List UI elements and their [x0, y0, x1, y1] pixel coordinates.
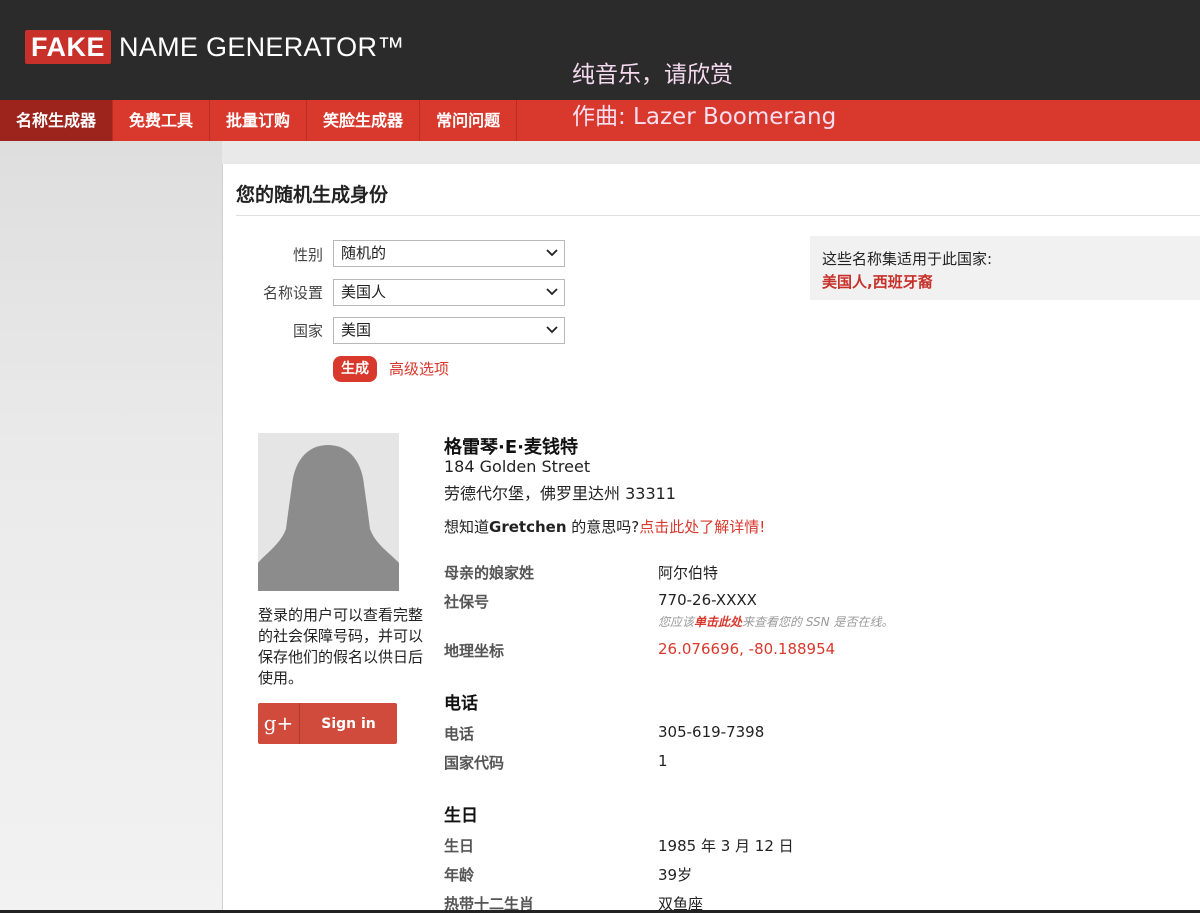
logo-wordmark: NAME GENERATOR™ [119, 31, 405, 62]
geo-coordinates-link[interactable]: 26.076696, -80.188954 [658, 640, 835, 658]
country-label: 国家 [292, 322, 323, 340]
google-signin-button[interactable]: g+ Sign in [258, 703, 397, 744]
login-note: 登录的用户可以查看完整的社会保障号码，并可以保存他们的假名以供日后使用。 [258, 606, 424, 687]
gender-label: 性别 [292, 246, 323, 264]
ssn-note-pre: 您应该 [658, 615, 695, 629]
info-box-namesets: 美国人,西班牙裔 [822, 273, 933, 291]
identity-name: 格雷琴·E·麦钱特 [444, 437, 578, 458]
phone-section-title: 电话 [444, 694, 478, 714]
nameset-select[interactable]: 美国人 [333, 279, 565, 306]
ssn-value: 770-26-XXXX [658, 591, 757, 609]
birthday-section-title: 生日 [444, 806, 478, 826]
geo-label: 地理坐标 [444, 642, 505, 660]
ssn-check-link[interactable]: 单击此处 [694, 615, 742, 629]
google-plus-icon: g+ [258, 703, 300, 744]
meaning-prefix: 想知道 [444, 518, 490, 536]
nav-item-free-tools[interactable]: 免费工具 [113, 100, 211, 141]
phone-value: 305-619-7398 [658, 723, 765, 741]
google-signin-label: Sign in [321, 715, 376, 732]
birthday-value: 1985 年 3 月 12 日 [658, 837, 794, 855]
ssn-note-post: 来查看您的 SSN 是否在线。 [742, 615, 894, 629]
video-caption-line1: 纯音乐，请欣赏 [572, 62, 733, 88]
phone-label: 电话 [444, 725, 475, 743]
address-city: 劳德代尔堡，佛罗里达州 33311 [444, 484, 676, 503]
maiden-name-value: 阿尔伯特 [658, 564, 719, 582]
left-background [0, 141, 222, 913]
birthday-label: 生日 [444, 837, 475, 855]
ssn-note: 您应该单击此处来查看您的 SSN 是否在线。 [658, 613, 893, 630]
age-label: 年龄 [444, 866, 475, 884]
page-title: 您的随机生成身份 [236, 184, 389, 206]
gender-select[interactable]: 随机的 [333, 240, 565, 267]
nameset-select-value: 美国人 [341, 283, 387, 301]
nav-item-faq[interactable]: 常问问题 [420, 100, 518, 141]
info-box-text: 这些名称集适用于此国家: [822, 250, 993, 268]
video-caption-line2: 作曲: Lazer Boomerang [572, 104, 837, 130]
title-divider [236, 215, 1200, 216]
country-select[interactable]: 美国 [333, 317, 565, 344]
country-code-value: 1 [658, 752, 668, 770]
meaning-link[interactable]: 点击此处了解详情! [639, 518, 765, 536]
meaning-mid: 的意思吗? [566, 518, 640, 536]
logo-fake-badge: FAKE [25, 30, 112, 64]
nav-item-bulk-order[interactable]: 批量订购 [210, 100, 308, 141]
nameset-info-box: 这些名称集适用于此国家: 美国人,西班牙裔 [810, 236, 1200, 300]
country-select-value: 美国 [341, 321, 372, 339]
nameset-label: 名称设置 [262, 284, 323, 302]
age-value: 39岁 [658, 866, 693, 884]
ssn-label: 社保号 [444, 593, 490, 611]
country-code-label: 国家代码 [444, 754, 505, 772]
generate-button[interactable]: 生成 [333, 356, 377, 382]
maiden-name-label: 母亲的娘家姓 [444, 564, 535, 582]
name-meaning-line: 想知道Gretchen 的意思吗?点击此处了解详情! [444, 516, 765, 537]
main-content: 您的随机生成身份 性别 随机的 名称设置 美国人 国家 美国 生成 高级选项 这… [222, 164, 1200, 913]
gender-select-value: 随机的 [341, 244, 387, 262]
chevron-down-icon [546, 243, 558, 272]
site-logo[interactable]: FAKE NAME GENERATOR™ [25, 30, 405, 64]
chevron-down-icon [546, 320, 558, 349]
site-header: FAKE NAME GENERATOR™ 纯音乐，请欣赏 [0, 0, 1200, 100]
chevron-down-icon [546, 282, 558, 311]
nav-item-face-generator[interactable]: 笑脸生成器 [307, 100, 421, 141]
avatar-silhouette [258, 433, 399, 591]
meaning-name: Gretchen [489, 518, 567, 536]
nav-item-name-generator[interactable]: 名称生成器 [0, 100, 114, 141]
address-street: 184 Golden Street [444, 457, 591, 476]
advanced-options-link[interactable]: 高级选项 [389, 358, 449, 379]
